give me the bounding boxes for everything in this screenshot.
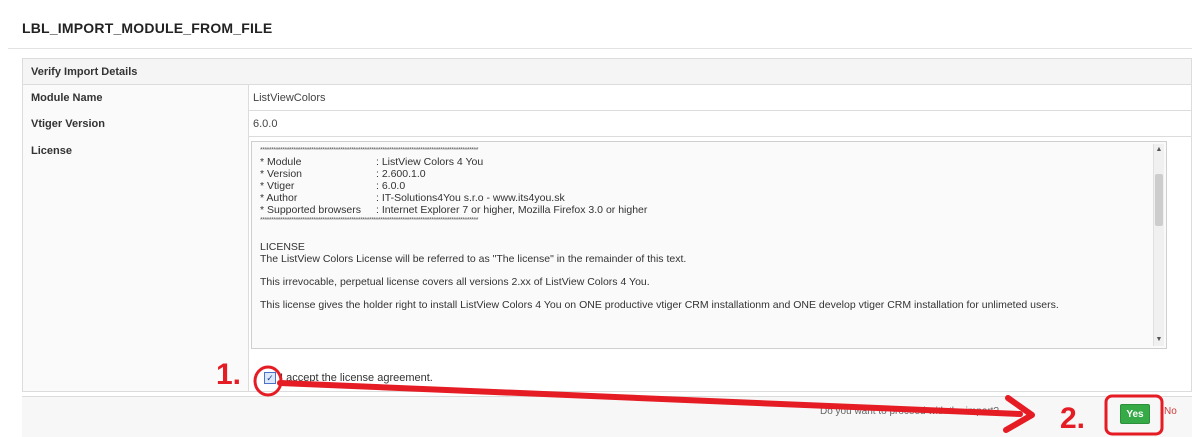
proceed-question: Do you want to proceed with the import? [820,406,999,417]
license-field-value: : Internet Explorer 7 or higher, Mozilla… [376,204,648,216]
license-label: License [23,137,249,391]
license-field: * Module : ListView Colors 4 You [260,156,1158,168]
license-field-key: * Vtiger [260,180,295,192]
scroll-down-icon[interactable]: ▼ [1155,336,1163,344]
license-row: License ********************************… [23,137,1191,392]
license-field-key: * Module [260,156,302,168]
details-header: Verify Import Details [23,59,1191,85]
license-field: * Supported browsers : Internet Explorer… [260,204,1158,216]
license-paragraph: This license gives the holder right to i… [260,299,1059,311]
step-1-label: 1. [216,358,242,391]
module-name-row: Module Name ListViewColors [23,84,1191,111]
import-module-page: LBL_IMPORT_MODULE_FROM_FILE Verify Impor… [0,0,1192,437]
scroll-up-icon[interactable]: ▲ [1155,146,1163,154]
license-scrollbar[interactable]: ▲ ▼ [1153,144,1164,346]
title-divider [8,48,1192,49]
accept-license-label: I accept the license agreement. [280,372,433,384]
module-name-value: ListViewColors [253,91,326,104]
license-field-key: * Author [260,192,298,204]
footer-bar [22,396,1192,437]
license-field-value: : ListView Colors 4 You [376,156,484,168]
license-stars-top: ****************************************… [260,147,478,154]
step-2-label: 2. [1060,402,1086,435]
accept-license-checkbox[interactable]: ✓ [264,372,276,384]
vtiger-version-label: Vtiger Version [23,110,249,137]
license-field: * Author : IT-Solutions4You s.r.o - www.… [260,192,1158,204]
license-field-key: * Supported browsers [260,204,361,216]
license-paragraph: The ListView Colors License will be refe… [260,253,687,265]
license-cell: ****************************************… [249,137,1191,391]
vtiger-version-row: Vtiger Version 6.0.0 [23,110,1191,137]
license-field-value: : IT-Solutions4You s.r.o - www.its4you.s… [376,192,565,204]
yes-button[interactable]: Yes [1120,404,1150,424]
vtiger-version-value: 6.0.0 [253,117,278,130]
license-textarea[interactable]: ****************************************… [251,141,1167,349]
license-field: * Vtiger : 6.0.0 [260,180,1158,192]
license-field-value: : 2.600.1.0 [376,168,426,180]
module-name-label: Module Name [23,84,249,111]
license-field: * Version : 2.600.1.0 [260,168,1158,180]
license-field-value: : 6.0.0 [376,180,406,192]
license-stars-bottom: ****************************************… [260,217,478,224]
accept-license-row: ✓ I accept the license agreement. [264,372,433,384]
license-field-key: * Version [260,168,303,180]
page-title: LBL_IMPORT_MODULE_FROM_FILE [22,20,273,36]
import-details-table: Verify Import Details Module Name ListVi… [22,58,1192,392]
license-paragraph: This irrevocable, perpetual license cove… [260,276,650,288]
license-heading: LICENSE [260,241,305,253]
scroll-thumb[interactable] [1155,174,1163,226]
no-link[interactable]: No [1164,406,1177,417]
